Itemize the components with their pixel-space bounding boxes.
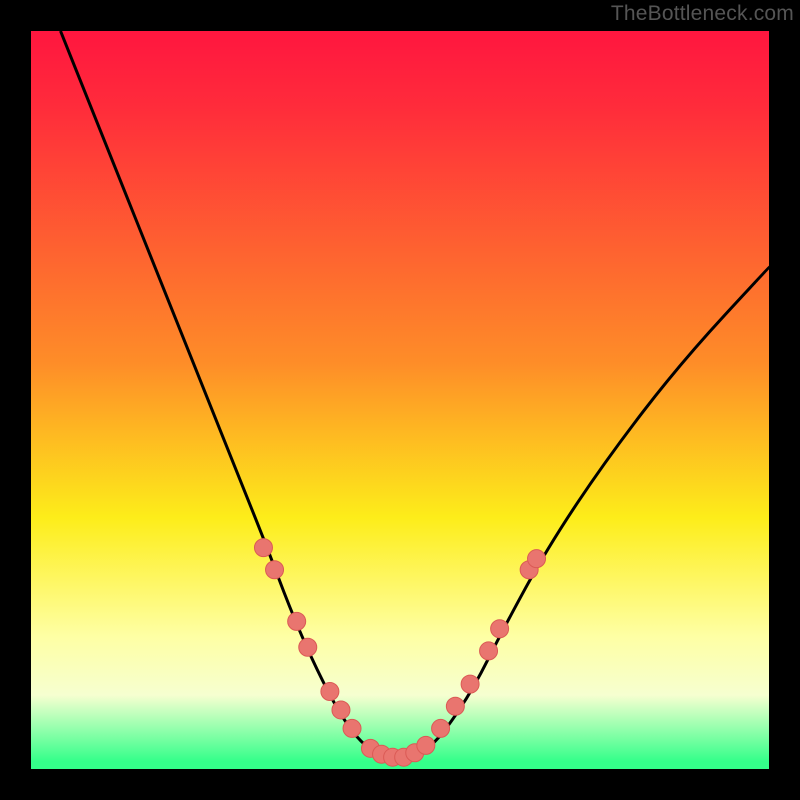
bottleneck-curve	[61, 31, 769, 758]
curve-marker	[446, 697, 464, 715]
curve-marker	[299, 638, 317, 656]
curve-markers	[254, 539, 545, 767]
curve-marker	[321, 683, 339, 701]
curve-marker	[288, 612, 306, 630]
chart-frame: TheBottleneck.com	[0, 0, 800, 800]
curve-marker	[343, 719, 361, 737]
curve-marker	[461, 675, 479, 693]
curve-marker	[332, 701, 350, 719]
plot-area	[31, 31, 769, 769]
curve-marker	[266, 561, 284, 579]
curve-layer	[31, 31, 769, 769]
curve-marker	[491, 620, 509, 638]
watermark-text: TheBottleneck.com	[611, 2, 794, 26]
curve-marker	[480, 642, 498, 660]
curve-marker	[528, 550, 546, 568]
curve-marker	[432, 719, 450, 737]
curve-marker	[417, 736, 435, 754]
curve-marker	[254, 539, 272, 557]
